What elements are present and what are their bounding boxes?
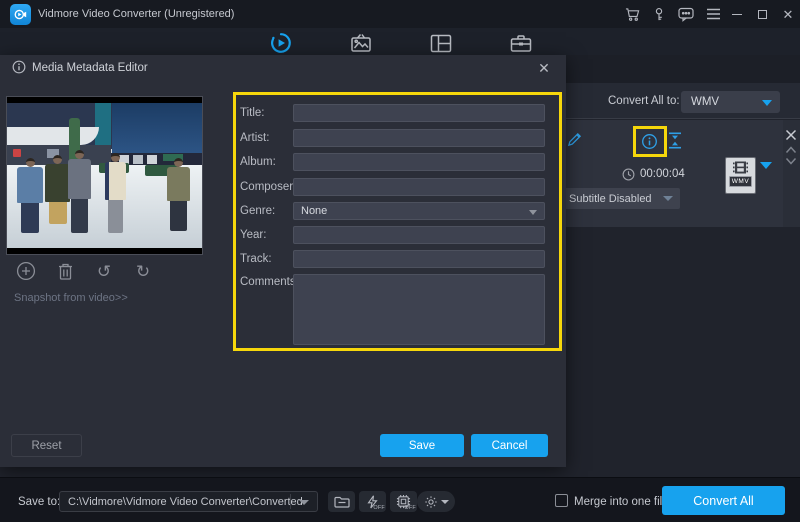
open-folder-button[interactable] bbox=[328, 491, 355, 512]
subtitle-dropdown[interactable]: Subtitle Disabled bbox=[561, 188, 680, 209]
save-path-value: C:\Vidmore\Vidmore Video Converter\Conve… bbox=[68, 496, 303, 508]
edit-pencil-icon[interactable] bbox=[567, 132, 582, 147]
app-logo-icon bbox=[10, 4, 31, 25]
tab-collage-icon[interactable] bbox=[424, 31, 458, 55]
genre-value: None bbox=[301, 205, 327, 217]
settings-button[interactable] bbox=[417, 491, 455, 512]
cancel-button[interactable]: Cancel bbox=[471, 434, 548, 457]
remove-file-icon[interactable] bbox=[785, 129, 797, 141]
track-label: Track: bbox=[240, 253, 272, 265]
tab-converter-icon[interactable] bbox=[264, 31, 298, 55]
split-icon[interactable] bbox=[668, 132, 682, 149]
thumbnail-shape bbox=[7, 127, 99, 145]
rotate-right-button[interactable]: ↻ bbox=[131, 259, 155, 283]
comments-textarea[interactable] bbox=[293, 274, 545, 345]
thumbnail-toolbar: ↺ ↻ bbox=[6, 258, 203, 284]
duration-clock-icon bbox=[622, 168, 635, 181]
move-up-icon[interactable] bbox=[785, 146, 797, 154]
genre-dropdown[interactable]: None bbox=[293, 202, 545, 220]
video-thumbnail bbox=[6, 96, 203, 255]
merge-label: Merge into one file bbox=[574, 496, 669, 508]
dialog-close-button[interactable]: ✕ bbox=[533, 58, 555, 78]
subtitle-value: Subtitle Disabled bbox=[569, 193, 652, 205]
thumbnail-shape bbox=[13, 149, 21, 157]
media-metadata-editor-dialog: Media Metadata Editor ✕ bbox=[0, 55, 566, 467]
menu-icon[interactable] bbox=[703, 6, 723, 22]
add-cover-button[interactable] bbox=[14, 259, 38, 283]
dialog-title: Media Metadata Editor bbox=[32, 62, 148, 74]
chevron-down-icon bbox=[299, 500, 309, 505]
output-format-file-icon[interactable]: WMV bbox=[725, 157, 756, 194]
move-down-icon[interactable] bbox=[785, 157, 797, 165]
thumbnail-shape bbox=[133, 155, 143, 164]
reset-button[interactable]: Reset bbox=[11, 434, 82, 457]
composer-label: Composer: bbox=[240, 181, 296, 193]
off-label: OFF bbox=[404, 505, 416, 511]
person-figure bbox=[105, 153, 126, 239]
metadata-info-icon[interactable] bbox=[641, 133, 658, 150]
chevron-down-icon bbox=[663, 196, 673, 201]
high-speed-toggle-button[interactable]: OFF bbox=[359, 491, 386, 512]
comments-label: Comments: bbox=[240, 276, 299, 288]
window-title: Vidmore Video Converter (Unregistered) bbox=[38, 8, 234, 20]
year-label: Year: bbox=[240, 229, 266, 241]
off-label: OFF bbox=[373, 505, 385, 511]
title-bar: Vidmore Video Converter (Unregistered) ✕ bbox=[0, 0, 800, 28]
chevron-down-icon bbox=[441, 500, 449, 504]
artist-input[interactable] bbox=[293, 129, 545, 147]
composer-input[interactable] bbox=[293, 178, 545, 196]
album-input[interactable] bbox=[293, 153, 545, 171]
snapshot-from-video-link[interactable]: Snapshot from video>> bbox=[14, 292, 128, 304]
title-label: Title: bbox=[240, 107, 265, 119]
gpu-acceleration-button[interactable]: OFF bbox=[390, 491, 417, 512]
tab-toolbox-icon[interactable] bbox=[504, 31, 538, 55]
chevron-down-icon bbox=[529, 210, 537, 215]
thumbnail-shape bbox=[112, 103, 202, 155]
output-format-value: WMV bbox=[691, 96, 719, 108]
tab-mv-icon[interactable] bbox=[344, 31, 378, 55]
convert-all-to-label: Convert All to: bbox=[608, 95, 680, 107]
format-badge: WMV bbox=[729, 176, 752, 187]
feedback-icon[interactable] bbox=[676, 6, 696, 22]
output-format-dropdown[interactable]: WMV bbox=[681, 91, 780, 113]
save-to-label: Save to: bbox=[18, 496, 60, 508]
merge-checkbox[interactable] bbox=[555, 494, 568, 507]
dialog-header: Media Metadata Editor ✕ bbox=[0, 55, 566, 81]
person-figure bbox=[17, 158, 43, 240]
delete-cover-button[interactable] bbox=[53, 259, 77, 283]
maximize-button[interactable] bbox=[752, 6, 772, 22]
track-input[interactable] bbox=[293, 250, 545, 268]
genre-label: Genre: bbox=[240, 205, 275, 217]
divider bbox=[290, 494, 291, 509]
title-input[interactable] bbox=[293, 104, 545, 122]
artist-label: Artist: bbox=[240, 132, 269, 144]
rotate-left-button[interactable]: ↺ bbox=[92, 259, 116, 283]
format-picker-arrow-icon[interactable] bbox=[760, 169, 772, 183]
thumbnail-image bbox=[7, 103, 202, 248]
chevron-down-icon bbox=[762, 100, 772, 106]
cart-icon[interactable] bbox=[622, 6, 642, 22]
info-icon bbox=[12, 60, 26, 74]
close-button[interactable]: ✕ bbox=[778, 6, 798, 22]
album-label: Album: bbox=[240, 156, 276, 168]
person-figure bbox=[167, 158, 190, 236]
person-figure bbox=[68, 150, 91, 240]
person-figure bbox=[45, 155, 70, 239]
register-key-icon[interactable] bbox=[649, 6, 669, 22]
clip-duration: 00:00:04 bbox=[640, 168, 685, 180]
main-nav-bar bbox=[0, 28, 800, 55]
minimize-button[interactable] bbox=[727, 6, 747, 22]
convert-all-button[interactable]: Convert All bbox=[662, 486, 785, 515]
year-input[interactable] bbox=[293, 226, 545, 244]
save-button[interactable]: Save bbox=[380, 434, 464, 457]
thumbnail-shape bbox=[147, 155, 157, 164]
save-path-dropdown[interactable]: C:\Vidmore\Vidmore Video Converter\Conve… bbox=[59, 491, 318, 512]
